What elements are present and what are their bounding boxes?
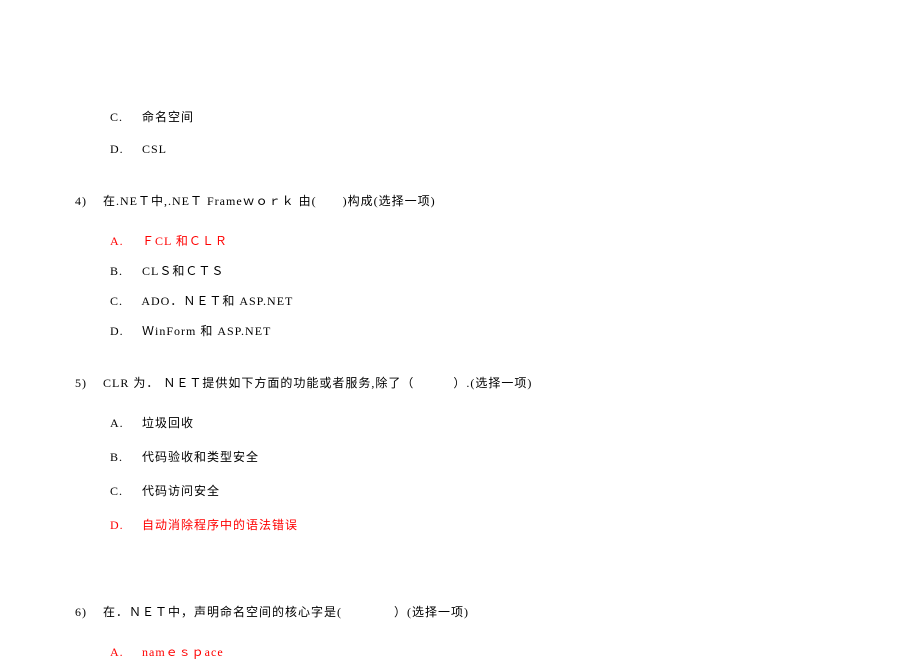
option-text: namｅｓｐace [142,645,224,659]
question-text: CLR 为． ＮＥＴ提供如下方面的功能或者服务,除了（ ）.(选择一项) [103,376,532,390]
option-text: CSL [142,142,167,156]
option-label: A. [110,645,138,660]
option-text: ＷinForm 和 ASP.NET [142,324,271,338]
q4-option-d: D. ＷinForm 和 ASP.NET [75,322,920,339]
question-number: 5) [75,376,99,391]
q5-option-d: D. 自动消除程序中的语法错误 [75,516,920,533]
question-number: 4) [75,194,99,209]
option-text: 命名空间 [142,110,194,124]
option-label: D. [110,142,138,157]
option-label: C. [110,294,138,309]
q5-option-c: C. 代码访问安全 [75,482,920,499]
question-6: 6) 在．ＮＥＴ中，声明命名空间的核心字是( ）(选择一项) [75,603,920,620]
question-text: 在.NEＴ中,.NEＴ Frameｗｏｒｋ 由( )构成(选择一项) [103,194,436,208]
question-5: 5) CLR 为． ＮＥＴ提供如下方面的功能或者服务,除了（ ）.(选择一项) [75,374,920,391]
option-text: 代码验收和类型安全 [142,450,259,464]
q4-option-a: A. ＦCL 和ＣＬＲ [75,232,920,249]
option-label: D. [110,324,138,339]
option-label: D. [110,518,138,533]
option-text: 垃圾回收 [142,416,194,430]
option-label: A. [110,234,138,249]
option-label: C. [110,484,138,499]
option-text: CLＳ和ＣＴＳ [142,264,224,278]
q4-option-c: C. ADO．ＮＥＴ和 ASP.NET [75,292,920,309]
question-4-options: A. ＦCL 和ＣＬＲ B. CLＳ和ＣＴＳ C. ADO．ＮＥＴ和 ASP.N… [75,232,920,339]
question-number: 6) [75,605,99,620]
option-label: B. [110,264,138,279]
question-5-options: A. 垃圾回收 B. 代码验收和类型安全 C. 代码访问安全 D. 自动消除程序… [75,414,920,533]
question-text: 在．ＮＥＴ中，声明命名空间的核心字是( ）(选择一项) [103,605,469,619]
option-label: A. [110,416,138,431]
q5-option-b: B. 代码验收和类型安全 [75,448,920,465]
q4-option-b: B. CLＳ和ＣＴＳ [75,262,920,279]
option-text: 代码访问安全 [142,484,220,498]
question-6-options: A. namｅｓｐace [75,643,920,660]
orphan-option-c: C. 命名空间 [75,108,920,125]
q6-option-a: A. namｅｓｐace [75,643,920,660]
option-text: ADO．ＮＥＴ和 ASP.NET [141,294,293,308]
option-label: C. [110,110,138,125]
q5-option-a: A. 垃圾回收 [75,414,920,431]
spacer [75,550,920,568]
orphan-option-d: D. CSL [75,142,920,157]
question-4: 4) 在.NEＴ中,.NEＴ Frameｗｏｒｋ 由( )构成(选择一项) [75,192,920,209]
option-text: ＦCL 和ＣＬＲ [142,234,228,248]
option-label: B. [110,450,138,465]
option-text: 自动消除程序中的语法错误 [142,518,298,532]
